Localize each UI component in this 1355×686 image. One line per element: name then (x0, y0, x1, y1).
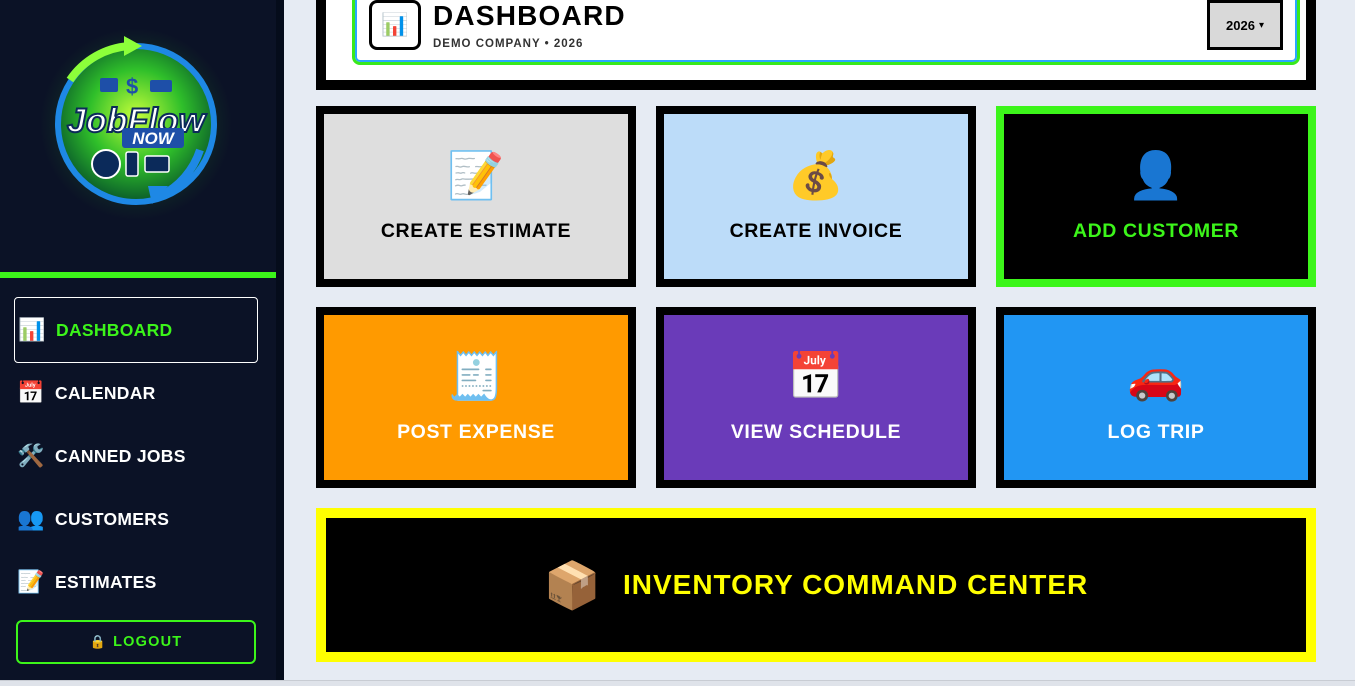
person-icon: 👤 (1127, 149, 1185, 201)
tile-label: CREATE ESTIMATE (380, 220, 572, 242)
year-select-value: 2026 (1226, 17, 1255, 33)
sidebar-item-canned-jobs[interactable]: 🛠️ CANNED JOBS (14, 423, 258, 489)
chevron-down-icon: ▾ (1258, 19, 1264, 31)
tile-label: POST EXPENSE (397, 421, 555, 443)
tile-label: ADD CUSTOMER (1072, 220, 1240, 242)
svg-text:NOW: NOW (132, 129, 176, 148)
sidebar-item-label: CUSTOMERS (55, 508, 170, 529)
post-expense-tile[interactable]: 🧾 POST EXPENSE (316, 307, 636, 488)
tile-label: CREATE INVOICE (729, 220, 903, 242)
logout-label: LOGOUT (113, 634, 183, 650)
view-schedule-tile[interactable]: 📅 VIEW SCHEDULE (656, 307, 976, 488)
create-invoice-tile[interactable]: 💰 CREATE INVOICE (656, 106, 976, 287)
tools-icon: 🛠️ (17, 443, 45, 468)
tile-label: VIEW SCHEDULE (730, 421, 902, 443)
header-inner: 📊 DASHBOARD DEMO COMPANY • 2026 2026 ▾ (326, 0, 1306, 80)
sidebar-accent-line (0, 272, 276, 278)
lock-icon: 🔒 (89, 634, 108, 649)
receipt-icon: 🧾 (447, 350, 505, 402)
svg-text:$: $ (126, 74, 138, 99)
app: $ JobFlow NOW 📊 DASHBOARD 📅 CALENDAR 🛠️ … (0, 0, 1355, 686)
sidebar-item-label: ESTIMATES (55, 571, 157, 592)
sidebar-item-estimates[interactable]: 📝 ESTIMATES (14, 549, 258, 615)
calendar-icon: 📅 (787, 350, 845, 402)
bar-chart-icon: 📊 (369, 0, 421, 50)
year-select[interactable]: 2026 ▾ (1207, 0, 1283, 50)
inventory-label: INVENTORY COMMAND CENTER (622, 569, 1089, 600)
sidebar-item-label: DASHBOARD (56, 319, 173, 340)
page-title: DASHBOARD (433, 0, 626, 31)
memo-icon: 📝 (17, 569, 45, 594)
sidebar-item-customers[interactable]: 👥 CUSTOMERS (14, 486, 258, 552)
create-estimate-tile[interactable]: 📝 CREATE ESTIMATE (316, 106, 636, 287)
people-icon: 👥 (17, 506, 45, 531)
logout-button[interactable]: 🔒 LOGOUT (16, 620, 256, 664)
tile-label: LOG TRIP (1107, 421, 1205, 443)
car-icon: 🚗 (1127, 350, 1185, 402)
sidebar: $ JobFlow NOW 📊 DASHBOARD 📅 CALENDAR 🛠️ … (0, 0, 276, 680)
sidebar-edge (276, 0, 284, 680)
money-bag-icon: 💰 (787, 149, 845, 201)
dashboard-header: 📊 DASHBOARD DEMO COMPANY • 2026 2026 ▾ (316, 0, 1316, 90)
memo-icon: 📝 (447, 149, 505, 201)
page-subtitle: DEMO COMPANY • 2026 (433, 38, 584, 50)
sidebar-item-dashboard[interactable]: 📊 DASHBOARD (14, 297, 258, 363)
calendar-icon: 📅 (17, 380, 45, 405)
package-icon: 📦 (543, 559, 601, 611)
sidebar-item-calendar[interactable]: 📅 CALENDAR (14, 360, 258, 426)
add-customer-tile[interactable]: 👤 ADD CUSTOMER (996, 106, 1316, 287)
log-trip-tile[interactable]: 🚗 LOG TRIP (996, 307, 1316, 488)
bar-chart-icon: 📊 (18, 317, 46, 342)
horizontal-scrollbar[interactable] (0, 680, 1355, 686)
inventory-command-center-button[interactable]: 📦 INVENTORY COMMAND CENTER (316, 508, 1316, 662)
sidebar-item-label: CANNED JOBS (55, 445, 186, 466)
sidebar-item-label: CALENDAR (55, 382, 156, 403)
logo[interactable]: $ JobFlow NOW (0, 0, 276, 272)
